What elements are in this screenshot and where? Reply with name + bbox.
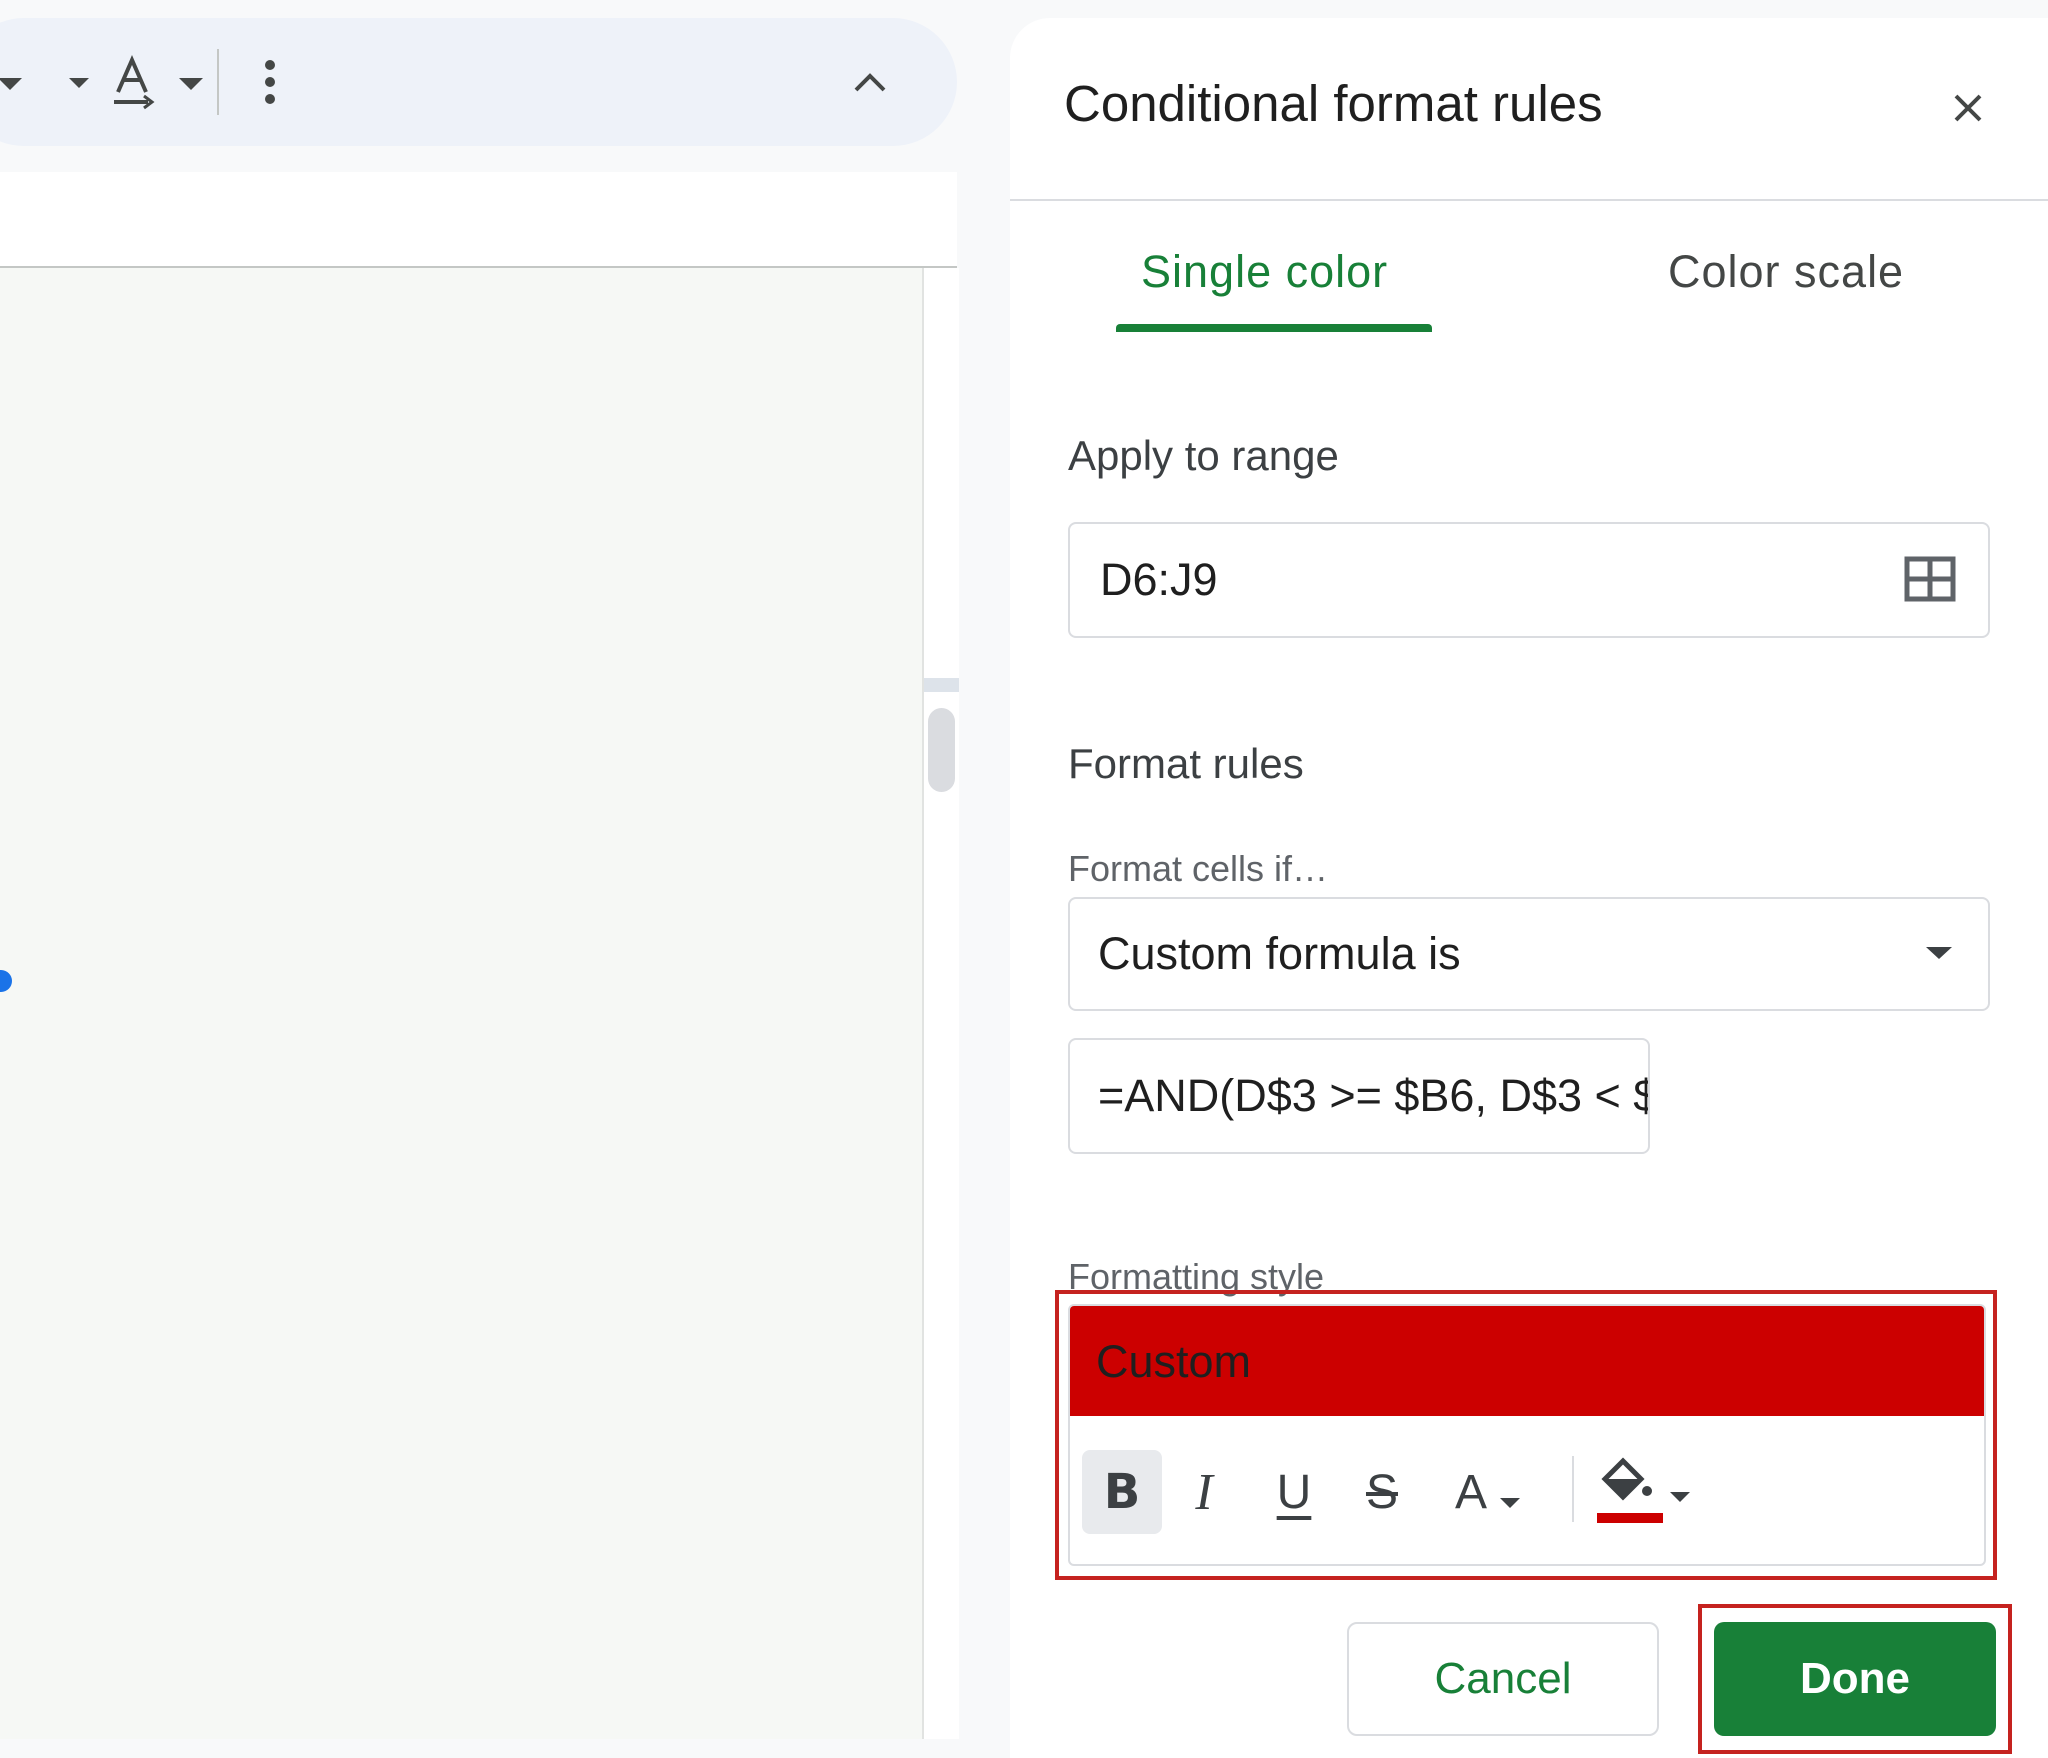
strikethrough-button[interactable]: S	[1352, 1450, 1412, 1534]
formula-bar[interactable]	[0, 172, 957, 268]
panel-divider	[1010, 199, 2048, 201]
apply-to-range-label: Apply to range	[1068, 432, 1339, 479]
chevron-down-icon	[1500, 1498, 1520, 1508]
underline-button[interactable]: U	[1264, 1450, 1324, 1534]
select-range-grid-icon[interactable]	[1904, 556, 1956, 607]
formula-value: =AND(D$3 >= $B6, D$3 < $	[1098, 1070, 1650, 1121]
paint-bucket-icon	[1597, 1457, 1663, 1523]
condition-select[interactable]: Custom formula is	[1068, 897, 1990, 1011]
chevron-down-icon	[1670, 1492, 1690, 1502]
bold-button[interactable]: B	[1082, 1450, 1162, 1534]
close-icon	[1954, 94, 1982, 122]
sheet-toolbar	[0, 18, 957, 146]
more-options-icon[interactable]	[250, 18, 290, 146]
custom-formula-input[interactable]: =AND(D$3 >= $B6, D$3 < $	[1068, 1038, 1650, 1154]
style-preview[interactable]: Custom	[1070, 1306, 1984, 1416]
panel-title: Conditional format rules	[1064, 75, 1603, 132]
vertical-scrollbar[interactable]	[922, 268, 959, 1739]
format-cells-if-label: Format cells if…	[1068, 848, 1329, 889]
formatting-style-box: Custom B I U S A	[1068, 1304, 1986, 1566]
dropdown-arrow-icon	[1926, 947, 1952, 959]
condition-value: Custom formula is	[1098, 928, 1461, 979]
style-preview-text: Custom	[1096, 1336, 1252, 1387]
text-rotation-icon[interactable]	[94, 18, 174, 146]
toolbar-separator	[1572, 1456, 1574, 1522]
spreadsheet-grid[interactable]	[0, 268, 922, 1739]
cancel-button[interactable]: Cancel	[1347, 1622, 1659, 1736]
tab-color-scale[interactable]: Color scale	[1668, 246, 1904, 298]
active-tab-indicator	[1116, 324, 1432, 332]
text-rotation-dropdown-icon[interactable]	[166, 18, 216, 146]
arrow-dropdown-icon[interactable]	[0, 18, 30, 146]
range-value: D6:J9	[1100, 554, 1218, 605]
close-panel-button[interactable]	[1940, 80, 1996, 136]
conditional-format-panel: Conditional format rules Single color Co…	[1010, 18, 2048, 1758]
collapse-toolbar-chevron-up-icon[interactable]	[840, 18, 900, 146]
toolbar-divider	[216, 18, 220, 146]
italic-button[interactable]: I	[1174, 1450, 1234, 1534]
range-input[interactable]: D6:J9	[1068, 522, 1990, 638]
scrollbar-thumb[interactable]	[928, 708, 955, 792]
done-button[interactable]: Done	[1714, 1622, 1996, 1736]
text-color-button[interactable]: A	[1440, 1450, 1540, 1534]
tab-single-color[interactable]: Single color	[1141, 246, 1388, 298]
format-rules-label: Format rules	[1068, 740, 1304, 787]
fill-color-button[interactable]	[1590, 1450, 1700, 1534]
scrollbar-track	[924, 678, 959, 692]
text-color-letter: A	[1454, 1465, 1487, 1519]
